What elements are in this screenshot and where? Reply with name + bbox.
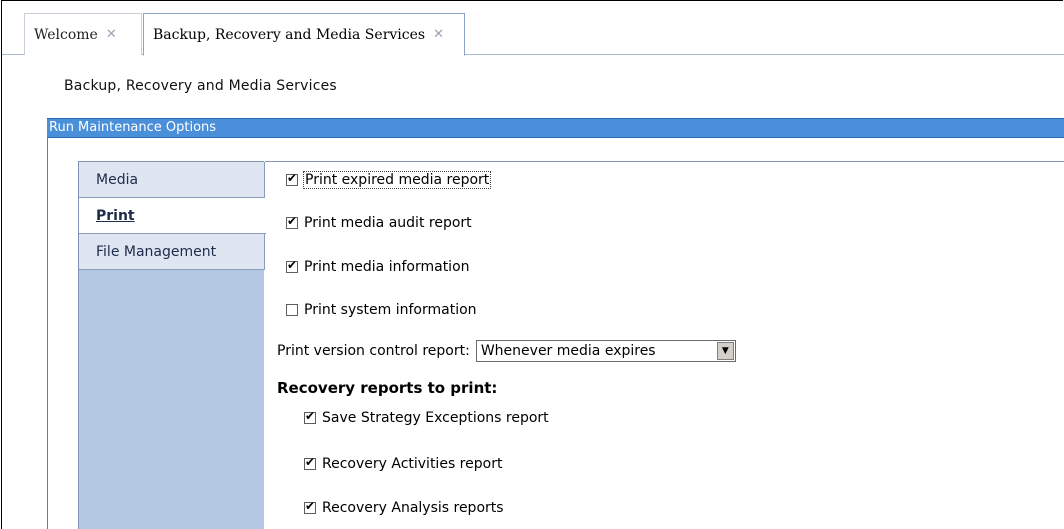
option-label: Recovery Activities report (322, 456, 503, 472)
option-label: Print system information (304, 302, 477, 318)
checkbox[interactable] (304, 409, 316, 424)
tab-welcome[interactable]: Welcome ✕ (24, 13, 142, 55)
tab-strip: Welcome ✕ Backup, Recovery and Media Ser… (2, 3, 1064, 56)
sidenav-item-media[interactable]: Media (79, 162, 265, 198)
tab-backup-recovery[interactable]: Backup, Recovery and Media Services ✕ (143, 13, 465, 56)
recovery-reports-heading: Recovery reports to print: (277, 379, 498, 397)
option-save-strategy-exceptions-report[interactable]: Save Strategy Exceptions report (304, 409, 549, 426)
option-label: Print media audit report (304, 215, 472, 231)
checkbox[interactable] (286, 214, 298, 229)
version-control-row: Print version control report: Whenever m… (277, 340, 736, 362)
option-print-system-information[interactable]: Print system information (286, 302, 477, 318)
checkbox[interactable] (286, 304, 298, 316)
close-icon[interactable]: ✕ (433, 27, 444, 42)
option-recovery-activities-report[interactable]: Recovery Activities report (304, 455, 503, 472)
tab-backup-recovery-label: Backup, Recovery and Media Services (153, 26, 426, 43)
option-print-expired-media-report[interactable]: Print expired media report (286, 171, 492, 189)
option-label: Print expired media report (302, 171, 492, 189)
checkbox[interactable] (286, 171, 298, 186)
option-label: Print media information (304, 259, 470, 275)
option-label: Save Strategy Exceptions report (322, 410, 549, 426)
checkbox[interactable] (304, 455, 316, 470)
sidenav-item-print[interactable]: Print (79, 198, 266, 234)
option-print-media-information[interactable]: Print media information (286, 258, 470, 275)
checkbox[interactable] (304, 499, 316, 514)
close-icon[interactable]: ✕ (106, 27, 117, 42)
chevron-down-icon[interactable]: ▼ (716, 342, 734, 360)
section-header: Run Maintenance Options (47, 118, 1064, 138)
option-recovery-analysis-reports[interactable]: Recovery Analysis reports (304, 499, 504, 516)
version-control-select[interactable]: Whenever media expires ▼ (475, 340, 736, 362)
print-options-panel: Print expired media report Print media a… (265, 161, 1064, 529)
version-control-value: Whenever media expires (480, 343, 656, 359)
tab-welcome-label: Welcome (34, 26, 98, 43)
option-print-media-audit-report[interactable]: Print media audit report (286, 214, 472, 231)
page-title: Backup, Recovery and Media Services (64, 78, 337, 94)
checkbox[interactable] (286, 258, 298, 273)
option-label: Recovery Analysis reports (322, 500, 504, 516)
version-control-label: Print version control report: (277, 343, 470, 359)
sidenav: Media Print File Management (78, 161, 266, 529)
sidenav-item-file-management[interactable]: File Management (79, 234, 265, 270)
